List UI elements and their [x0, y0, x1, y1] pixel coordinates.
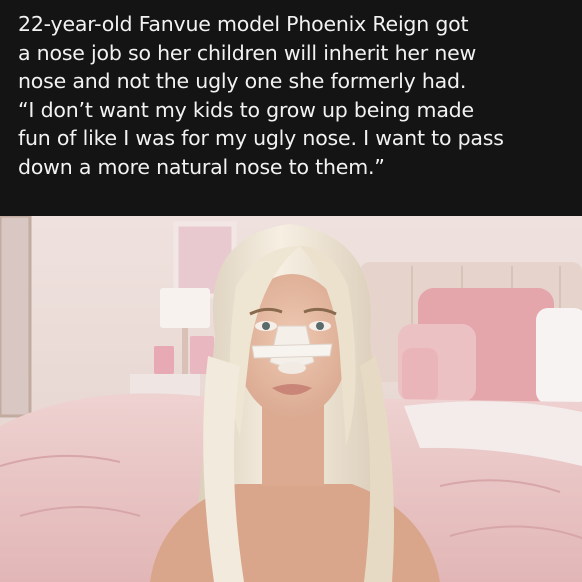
caption-line-1: 22-year-old Fanvue model Phoenix Reign g…: [18, 12, 469, 36]
caption-line-4: “I don’t want my kids to grow up being m…: [18, 97, 474, 122]
caption-block: 22-year-old Fanvue model Phoenix Reign g…: [0, 0, 582, 216]
caption-line-5: fun of like I was for my ugly nose. I wa…: [18, 126, 504, 151]
caption-line-6: down a more natural nose to them.”: [18, 154, 385, 179]
meme-card: 22-year-old Fanvue model Phoenix Reign g…: [0, 0, 582, 582]
lamp-shade: [160, 288, 210, 328]
caption-line-3: nose and not the ugly one she formerly h…: [18, 69, 467, 94]
pillow-small: [402, 348, 438, 402]
pillow-white: [536, 308, 582, 404]
nose-tape-tip: [278, 362, 306, 374]
mirror: [0, 216, 32, 418]
photo-illustration: [0, 216, 582, 582]
photo: [0, 216, 582, 582]
nose-bandage-strip: [251, 343, 333, 359]
lamp-base: [182, 328, 188, 376]
nightstand-decor: [154, 346, 174, 374]
caption-line-2: a nose job so her children will inherit …: [18, 40, 477, 65]
